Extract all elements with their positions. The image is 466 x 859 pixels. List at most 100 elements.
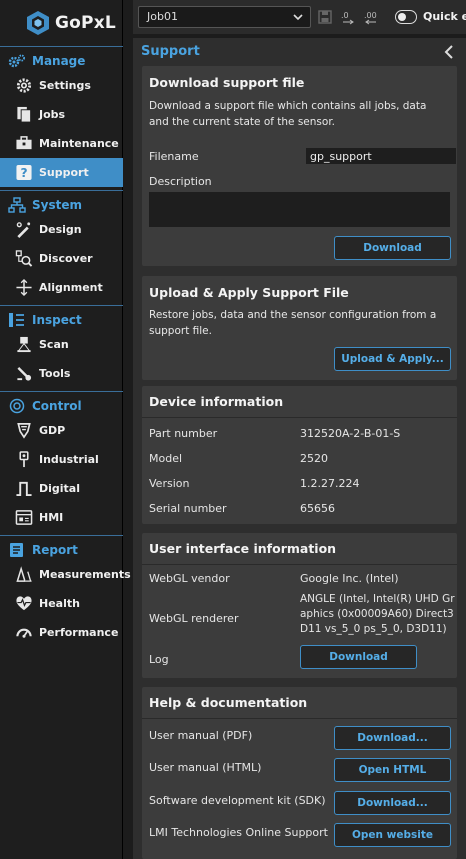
sidebar-item-industrial[interactable]: Industrial — [0, 445, 123, 474]
sidebar-item-label: Maintenance — [39, 137, 119, 150]
increase-decimals-icon[interactable]: .00 — [363, 9, 379, 25]
open-website-button[interactable]: Open website — [334, 823, 451, 847]
collapse-chevron-left-icon[interactable] — [442, 44, 456, 60]
sdk-download-button[interactable]: Download... — [334, 791, 451, 815]
webgl-vendor-label: WebGL vendor — [149, 572, 230, 585]
brand-name: GoPxL — [55, 13, 116, 33]
sidebar-item-label: Health — [39, 597, 80, 610]
control-icon — [9, 398, 25, 413]
card-title: Help & documentation — [149, 695, 308, 710]
sidebar-item-measurements[interactable]: Measurements — [0, 560, 131, 589]
sidebar: GoPxL Manage Settings Jobs Maintenance ?… — [0, 0, 131, 859]
card-title: Upload & Apply Support File — [149, 285, 349, 300]
section-manage[interactable]: Manage — [0, 46, 123, 74]
top-toolbar: Job01 .0 .00 Quick edit — [133, 0, 466, 34]
upload-apply-card: Upload & Apply Support File Restore jobs… — [142, 276, 457, 380]
description-label: Description — [149, 175, 212, 188]
upload-apply-button[interactable]: Upload & Apply... — [334, 347, 451, 371]
card-title: Device information — [149, 394, 284, 409]
section-system[interactable]: System — [0, 190, 123, 218]
version-value: 1.2.27.224 — [300, 477, 360, 490]
help-icon: ? — [16, 164, 32, 180]
chevron-down-icon — [293, 14, 303, 21]
alignment-icon — [16, 279, 32, 296]
logo[interactable]: GoPxL — [0, 0, 123, 46]
save-icon[interactable] — [317, 9, 333, 25]
sidebar-item-performance[interactable]: Performance — [0, 618, 123, 647]
serial-number-label: Serial number — [149, 502, 227, 515]
gear-icon — [16, 78, 32, 93]
sidebar-item-label: Discover — [39, 252, 93, 265]
plug-icon — [19, 451, 29, 468]
svg-text:?: ? — [20, 166, 27, 180]
model-value: 2520 — [300, 452, 328, 465]
sidebar-item-label: GDP — [39, 424, 66, 437]
sidebar-item-label: Alignment — [39, 281, 103, 294]
design-icon — [16, 222, 31, 238]
sidebar-item-design[interactable]: Design — [0, 215, 123, 244]
sidebar-item-label: Tools — [39, 367, 71, 380]
sidebar-item-support[interactable]: ? Support — [0, 158, 123, 187]
part-number-label: Part number — [149, 427, 218, 440]
filename-input[interactable] — [306, 148, 456, 164]
webgl-vendor-value: Google Inc. (Intel) — [300, 572, 399, 585]
sidebar-item-tools[interactable]: Tools — [0, 359, 123, 388]
toolbox-icon — [16, 136, 32, 150]
documents-icon — [17, 106, 32, 123]
sidebar-item-gdp[interactable]: GDP — [0, 416, 123, 445]
description-textarea[interactable] — [149, 192, 450, 227]
support-panel: Support Download support file Download a… — [133, 38, 466, 859]
hmi-icon — [15, 510, 33, 525]
sidebar-item-jobs[interactable]: Jobs — [0, 100, 123, 129]
sidebar-item-settings[interactable]: Settings — [0, 71, 123, 100]
open-html-button[interactable]: Open HTML — [334, 758, 451, 782]
webgl-renderer-label: WebGL renderer — [149, 612, 239, 625]
sidebar-item-label: Design — [39, 223, 82, 236]
report-icon — [10, 542, 23, 557]
inspect-icon — [9, 312, 24, 327]
decrease-decimals-icon[interactable]: .0 — [340, 9, 356, 25]
gdp-icon — [17, 423, 31, 439]
sidebar-item-maintenance[interactable]: Maintenance — [0, 129, 123, 158]
sidebar-item-alignment[interactable]: Alignment — [0, 273, 123, 302]
user-manual-pdf-download-button[interactable]: Download... — [334, 726, 451, 750]
job-select[interactable]: Job01 — [138, 6, 311, 28]
job-select-value: Job01 — [147, 10, 178, 23]
log-download-button[interactable]: Download — [300, 645, 417, 669]
card-title: Download support file — [149, 75, 305, 90]
log-label: Log — [149, 653, 169, 666]
sidebar-item-label: Performance — [39, 626, 119, 639]
sidebar-item-label: Measurements — [39, 568, 131, 581]
help-documentation-card: Help & documentation User manual (PDF) D… — [142, 687, 457, 859]
sidebar-item-scan[interactable]: Scan — [0, 330, 123, 359]
online-support-label: LMI Technologies Online Support — [149, 826, 328, 839]
section-label: System — [32, 197, 82, 212]
filename-label: Filename — [149, 150, 199, 163]
section-label: Control — [32, 398, 82, 413]
measurements-icon — [16, 566, 32, 582]
ui-information-card: User interface information WebGL vendor … — [142, 533, 457, 678]
quick-edit-toggle[interactable] — [395, 10, 417, 24]
sidebar-item-label: HMI — [39, 511, 64, 524]
sidebar-item-label: Digital — [39, 482, 80, 495]
section-control[interactable]: Control — [0, 391, 123, 419]
sidebar-item-digital[interactable]: Digital — [0, 474, 123, 503]
model-label: Model — [149, 452, 183, 465]
sidebar-item-discover[interactable]: Discover — [0, 244, 123, 273]
section-inspect[interactable]: Inspect — [0, 305, 123, 333]
discover-icon — [15, 250, 33, 267]
user-manual-html-label: User manual (HTML) — [149, 761, 262, 774]
download-support-card: Download support file Download a support… — [142, 66, 457, 266]
section-report[interactable]: Report — [0, 535, 123, 563]
sidebar-item-health[interactable]: Health — [0, 589, 123, 618]
gopxl-logo-icon — [27, 11, 49, 35]
section-label: Manage — [32, 53, 86, 68]
download-button[interactable]: Download — [334, 236, 451, 260]
user-manual-pdf-label: User manual (PDF) — [149, 729, 253, 742]
tools-icon — [17, 366, 32, 381]
section-label: Inspect — [32, 312, 82, 327]
sidebar-item-hmi[interactable]: HMI — [0, 503, 123, 532]
panel-title: Support — [141, 44, 200, 59]
sidebar-item-label: Settings — [39, 79, 91, 92]
serial-number-value: 65656 — [300, 502, 335, 515]
